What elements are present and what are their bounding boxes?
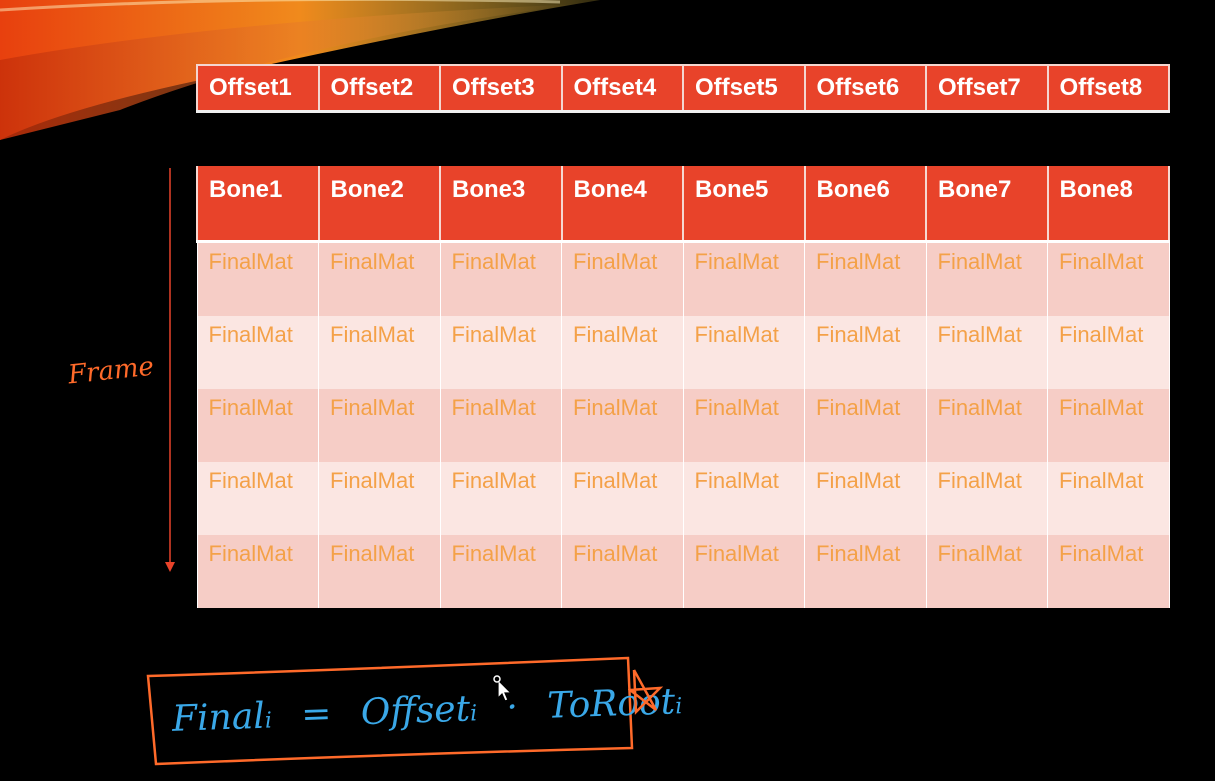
final-mat-cell: FinalMat [1047,389,1170,462]
final-mat-cell: FinalMat [318,535,441,608]
cursor-icon [493,675,513,702]
table-row: FinalMat FinalMat FinalMat FinalMat FinalMat… [196,389,1170,462]
frame-label: Frame [66,351,156,391]
final-mat-cell: FinalMat [804,462,927,535]
final-mat-cell: FinalMat [561,535,684,608]
bone-table: Bone1 Bone2 Bone3 Bone4 Bone5 Bone6 Bone7 Bone8… [196,166,1170,608]
offset-header-cell: Offset6 [803,64,927,113]
final-mat-cell: FinalMat [925,316,1048,389]
final-mat-cell: FinalMat [682,389,805,462]
table-row: FinalMat FinalMat FinalMat FinalMat FinalMat… [196,316,1170,389]
final-mat-cell: FinalMat [682,462,805,535]
offset-table: Offset1 Offset2 Offset3 Offset4 Offset5 Offse… [196,64,1170,113]
final-mat-cell: FinalMat [196,316,319,389]
final-mat-cell: FinalMat [1047,241,1170,316]
final-mat-cell: FinalMat [925,462,1048,535]
bone-header-cell: Bone5 [682,166,806,243]
formula-lhs-sub: i [264,708,273,734]
final-mat-cell: FinalMat [1047,535,1170,608]
bone-header-cell: Bone8 [1046,166,1170,243]
offset-header-cell: Offset4 [560,64,684,113]
final-mat-cell: FinalMat [439,462,562,535]
final-mat-cell: FinalMat [196,535,319,608]
final-mat-cell: FinalMat [682,241,805,316]
bone-header-cell: Bone4 [560,166,684,243]
offset-header-cell: Offset7 [925,64,1049,113]
final-mat-cell: FinalMat [196,241,319,316]
final-mat-cell: FinalMat [439,535,562,608]
final-mat-cell: FinalMat [439,241,562,316]
final-mat-cell: FinalMat [804,241,927,316]
final-mat-cell: FinalMat [561,241,684,316]
final-mat-cell: FinalMat [561,389,684,462]
table-row: FinalMat FinalMat FinalMat FinalMat FinalMat… [196,462,1170,535]
bone-header-row: Bone1 Bone2 Bone3 Bone4 Bone5 Bone6 Bone7 Bone8 [196,166,1170,243]
final-mat-cell: FinalMat [318,241,441,316]
final-mat-cell: FinalMat [439,389,562,462]
final-mat-cell: FinalMat [561,462,684,535]
final-mat-cell: FinalMat [318,316,441,389]
final-mat-cell: FinalMat [196,462,319,535]
offset-header-cell: Offset3 [439,64,563,113]
final-mat-cell: FinalMat [1047,316,1170,389]
final-mat-cell: FinalMat [925,535,1048,608]
final-mat-cell: FinalMat [682,535,805,608]
final-mat-cell: FinalMat [318,389,441,462]
star-icon [628,669,664,715]
frame-arrow-icon [165,168,175,572]
table-row: FinalMat FinalMat FinalMat FinalMat FinalMat… [196,241,1170,316]
final-mat-cell: FinalMat [318,462,441,535]
bone-header-cell: Bone6 [803,166,927,243]
offset-header-cell: Offset5 [682,64,806,113]
bone-header-cell: Bone7 [925,166,1049,243]
bone-table-body: FinalMat FinalMat FinalMat FinalMat FinalMat… [196,241,1170,608]
final-mat-cell: FinalMat [439,316,562,389]
offset-row: Offset1 Offset2 Offset3 Offset4 Offset5 Offse… [196,64,1170,113]
final-mat-cell: FinalMat [925,241,1048,316]
final-mat-cell: FinalMat [561,316,684,389]
final-mat-cell: FinalMat [804,389,927,462]
final-mat-cell: FinalMat [682,316,805,389]
formula-term2-sub: i [674,694,683,720]
offset-header-cell: Offset1 [196,64,320,113]
final-mat-cell: FinalMat [925,389,1048,462]
formula-term1-sub: i [469,701,478,727]
offset-header-cell: Offset8 [1046,64,1170,113]
final-mat-cell: FinalMat [804,535,927,608]
final-mat-cell: FinalMat [1047,462,1170,535]
bone-header-cell: Bone1 [196,166,320,243]
bone-header-cell: Bone2 [317,166,441,243]
bone-header-cell: Bone3 [439,166,563,243]
final-mat-cell: FinalMat [196,389,319,462]
offset-header-cell: Offset2 [317,64,441,113]
formula-equals: = [300,693,333,736]
table-row: FinalMat FinalMat FinalMat FinalMat FinalMat… [196,535,1170,608]
formula-lhs: Final [171,695,266,740]
final-mat-cell: FinalMat [804,316,927,389]
formula-term1: Offset [360,688,471,734]
